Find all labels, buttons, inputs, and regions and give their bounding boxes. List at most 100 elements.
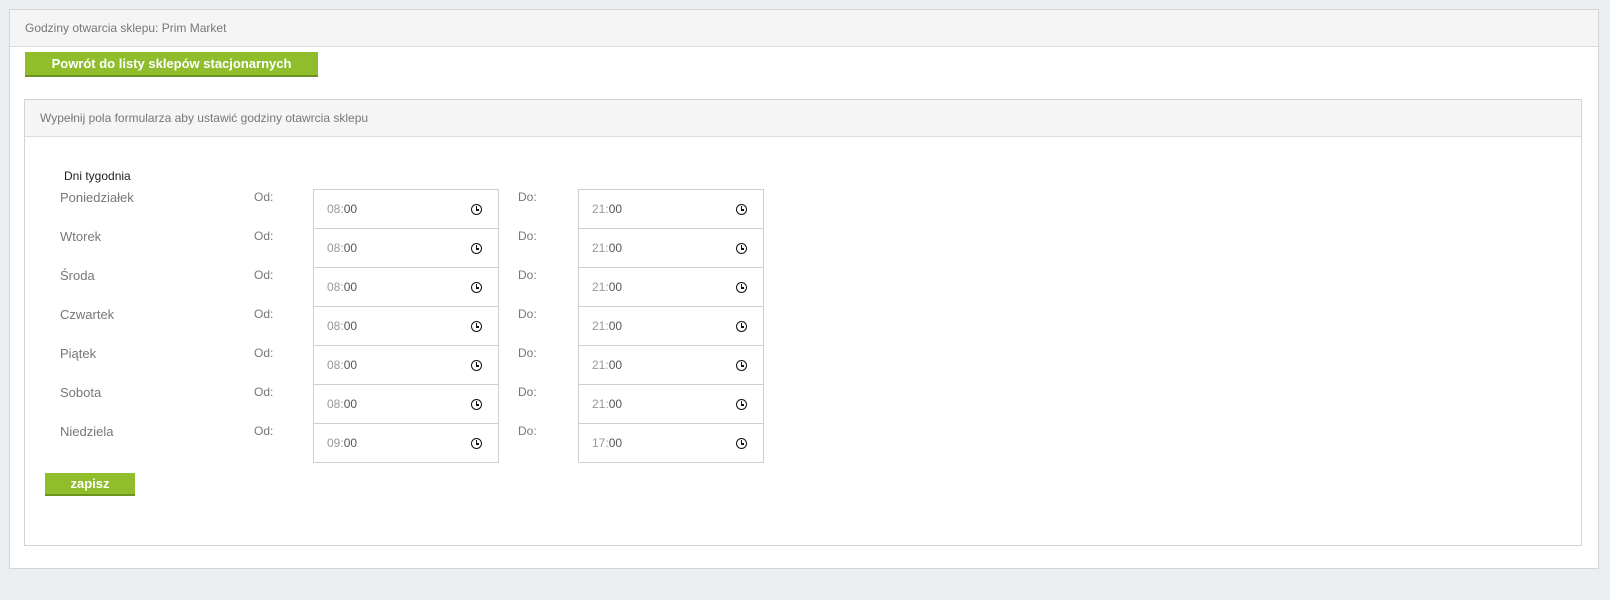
opening-time-input[interactable]: 09:00 (313, 423, 499, 463)
hour: 21 (592, 358, 606, 372)
opening-time-value: 08:00 (327, 358, 358, 372)
clock-icon[interactable] (471, 204, 482, 215)
day-name: Piątek (60, 346, 97, 361)
closing-time-value: 21:00 (592, 202, 623, 216)
from-label: Od: (254, 346, 274, 360)
day-name: Poniedziałek (60, 190, 134, 205)
closing-time-value: 21:00 (592, 319, 623, 333)
to-label: Do: (518, 385, 537, 399)
minute: 00 (343, 241, 358, 255)
closing-time-value: 21:00 (592, 241, 623, 255)
clock-icon[interactable] (736, 204, 747, 215)
page-title: Godziny otwarcia sklepu: Prim Market (10, 10, 1598, 47)
day-row: Wtorek Od: 08:00 Do: 21:00 (25, 228, 1581, 268)
closing-time-input[interactable]: 21:00 (578, 228, 764, 268)
day-name: Wtorek (60, 229, 102, 244)
to-label: Do: (518, 346, 537, 360)
closing-time-input[interactable]: 21:00 (578, 267, 764, 307)
minute: 00 (343, 280, 358, 294)
clock-icon[interactable] (736, 282, 747, 293)
hour: 08 (327, 319, 341, 333)
hour: 21 (592, 202, 606, 216)
hour: 08 (327, 280, 341, 294)
hour: 09 (327, 436, 341, 450)
day-row: Środa Od: 08:00 Do: 21:00 (25, 267, 1581, 307)
clock-icon[interactable] (736, 321, 747, 332)
clock-icon[interactable] (736, 399, 747, 410)
day-name: Niedziela (60, 424, 114, 439)
from-label: Od: (254, 190, 274, 204)
day-row: Sobota Od: 08:00 Do: 21:00 (25, 384, 1581, 424)
clock-icon[interactable] (736, 438, 747, 449)
closing-time-input[interactable]: 17:00 (578, 423, 764, 463)
day-row: Czwartek Od: 08:00 Do: 21:00 (25, 306, 1581, 346)
closing-time-input[interactable]: 21:00 (578, 189, 764, 229)
closing-time-input[interactable]: 21:00 (578, 345, 764, 385)
to-label: Do: (518, 424, 537, 438)
minute: 00 (608, 397, 623, 411)
closing-time-value: 21:00 (592, 358, 623, 372)
minute: 00 (343, 358, 358, 372)
minute: 00 (343, 202, 358, 216)
closing-time-input[interactable]: 21:00 (578, 384, 764, 424)
closing-time-value: 21:00 (592, 280, 623, 294)
to-label: Do: (518, 307, 537, 321)
day-name: Środa (60, 268, 95, 283)
day-row: Niedziela Od: 09:00 Do: 17:00 (25, 423, 1581, 463)
hour: 08 (327, 202, 341, 216)
minute: 00 (608, 241, 623, 255)
hour: 21 (592, 319, 606, 333)
day-name: Czwartek (60, 307, 115, 322)
hour: 08 (327, 358, 341, 372)
hours-form-panel: Wypełnij pola formularza aby ustawić god… (24, 99, 1582, 546)
minute: 00 (343, 319, 358, 333)
hour: 08 (327, 397, 341, 411)
back-to-store-list-button[interactable]: Powrót do listy sklepów stacjonarnych (25, 52, 318, 77)
clock-icon[interactable] (736, 243, 747, 254)
to-label: Do: (518, 268, 537, 282)
to-label: Do: (518, 190, 537, 204)
minute: 00 (608, 202, 623, 216)
from-label: Od: (254, 229, 274, 243)
from-label: Od: (254, 307, 274, 321)
clock-icon[interactable] (471, 399, 482, 410)
clock-icon[interactable] (736, 360, 747, 371)
save-button[interactable]: zapisz (45, 473, 135, 496)
to-label: Do: (518, 229, 537, 243)
hour: 21 (592, 241, 606, 255)
opening-time-value: 08:00 (327, 241, 358, 255)
opening-time-input[interactable]: 08:00 (313, 267, 499, 307)
day-row: Poniedziałek Od: 08:00 Do: 21:00 (25, 189, 1581, 229)
closing-time-value: 17:00 (592, 436, 623, 450)
opening-time-value: 08:00 (327, 280, 358, 294)
closing-time-input[interactable]: 21:00 (578, 306, 764, 346)
week-days-label: Dni tygodnia (64, 169, 131, 183)
opening-time-value: 08:00 (327, 202, 358, 216)
opening-time-value: 08:00 (327, 397, 358, 411)
clock-icon[interactable] (471, 282, 482, 293)
from-label: Od: (254, 424, 274, 438)
day-row: Piątek Od: 08:00 Do: 21:00 (25, 345, 1581, 385)
clock-icon[interactable] (471, 438, 482, 449)
opening-time-value: 09:00 (327, 436, 358, 450)
hour: 21 (592, 280, 606, 294)
hour: 08 (327, 241, 341, 255)
minute: 00 (608, 436, 623, 450)
opening-time-input[interactable]: 08:00 (313, 384, 499, 424)
day-name: Sobota (60, 385, 102, 400)
clock-icon[interactable] (471, 360, 482, 371)
opening-time-value: 08:00 (327, 319, 358, 333)
opening-time-input[interactable]: 08:00 (313, 306, 499, 346)
clock-icon[interactable] (471, 243, 482, 254)
opening-time-input[interactable]: 08:00 (313, 189, 499, 229)
minute: 00 (343, 397, 358, 411)
clock-icon[interactable] (471, 321, 482, 332)
minute: 00 (608, 358, 623, 372)
from-label: Od: (254, 268, 274, 282)
form-instructions: Wypełnij pola formularza aby ustawić god… (25, 100, 1581, 137)
minute: 00 (343, 436, 358, 450)
opening-time-input[interactable]: 08:00 (313, 345, 499, 385)
opening-time-input[interactable]: 08:00 (313, 228, 499, 268)
from-label: Od: (254, 385, 274, 399)
minute: 00 (608, 319, 623, 333)
